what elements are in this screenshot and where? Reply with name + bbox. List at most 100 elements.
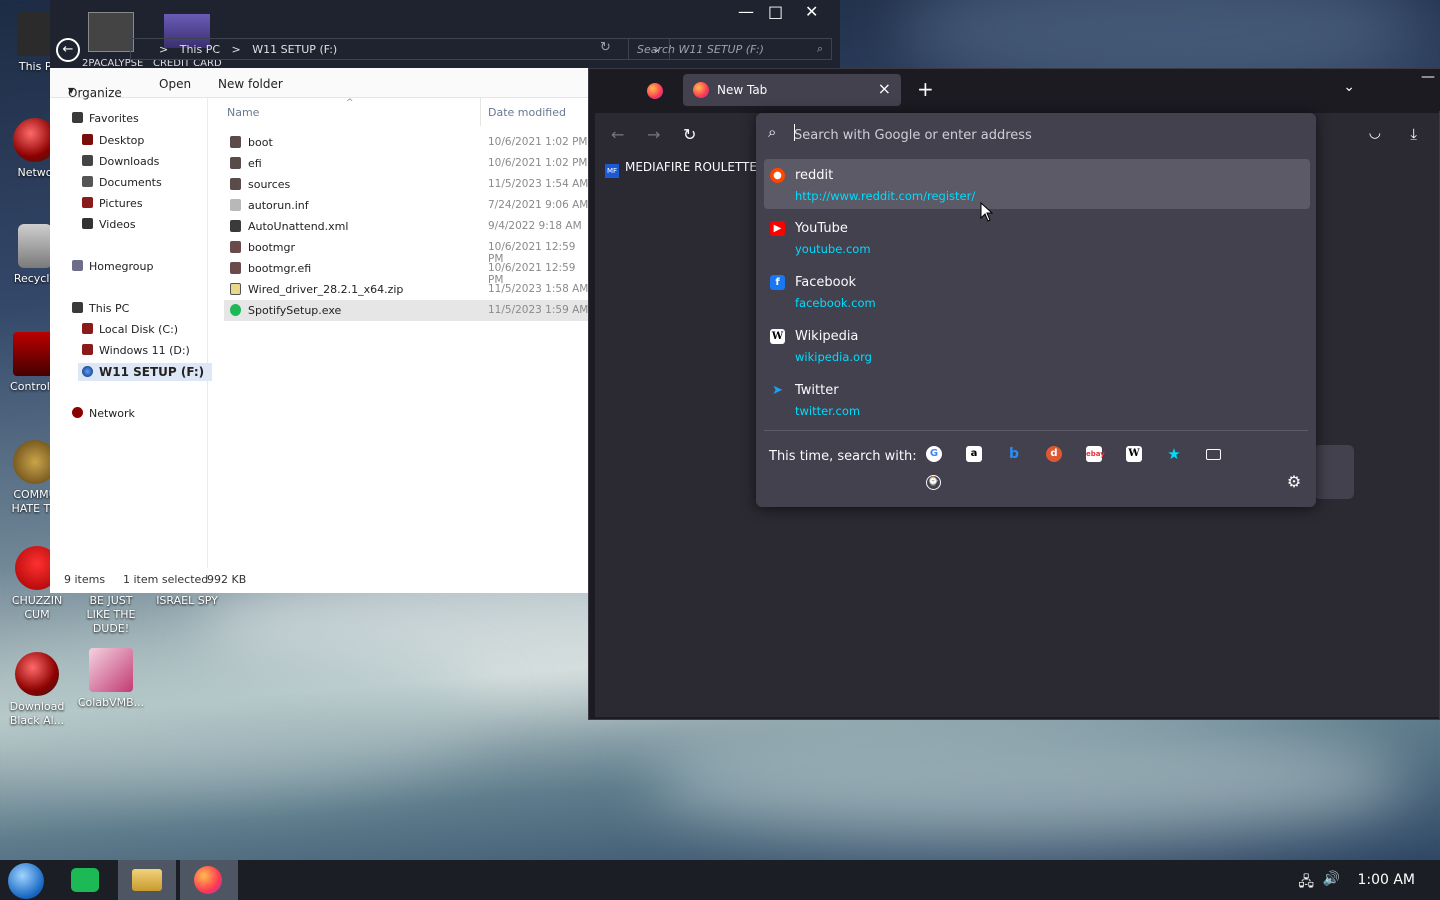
search-box[interactable]: Search W11 SETUP (F:) ⌕: [628, 38, 832, 60]
table-row[interactable]: sources 11/5/2023 1:54 AM: [224, 174, 590, 195]
firefox-view-icon[interactable]: [647, 83, 663, 99]
table-row[interactable]: boot 10/6/2021 1:02 PM: [224, 132, 590, 153]
file-date: 11/5/2023 1:54 AM: [488, 178, 589, 190]
bookmarks-star-icon[interactable]: ★: [1166, 446, 1182, 462]
clock[interactable]: 1:00 AM: [1357, 872, 1415, 888]
table-row[interactable]: autorun.inf 7/24/2021 9:06 AM: [224, 195, 590, 216]
file-name: bootmgr: [248, 241, 295, 254]
amazon-icon[interactable]: a: [966, 446, 982, 462]
nav-network[interactable]: Network: [72, 407, 135, 420]
nav-downloads[interactable]: Downloads: [82, 155, 159, 168]
google-icon[interactable]: G: [926, 446, 942, 462]
nav-label: Downloads: [99, 155, 160, 168]
search-placeholder: Search W11 SETUP (F:): [637, 43, 764, 56]
table-row[interactable]: efi 10/6/2021 1:02 PM: [224, 153, 590, 174]
wikipedia-icon[interactable]: W: [1126, 446, 1142, 462]
maximize-button[interactable]: □: [768, 2, 783, 21]
sort-arrow-icon: ^: [346, 98, 354, 108]
taskbar-app-explorer[interactable]: [118, 860, 176, 900]
volume-icon[interactable]: 🔊: [1323, 871, 1340, 887]
suggestion-wikipedia[interactable]: W Wikipedia wikipedia.org: [764, 320, 1310, 370]
mediafire-icon: MF: [605, 164, 619, 178]
table-row[interactable]: Wired_driver_28.2.1_x64.zip 11/5/2023 1:5…: [224, 279, 590, 300]
refresh-icon[interactable]: ↻: [600, 40, 611, 55]
table-row[interactable]: bootmgr 10/6/2021 12:59 PM: [224, 237, 590, 265]
nav-videos[interactable]: Videos: [82, 218, 136, 231]
nav-homegroup[interactable]: Homegroup: [72, 260, 153, 273]
nav-label: Documents: [99, 176, 162, 189]
status-selected: 1 item selected: [123, 573, 209, 586]
nav-favorites[interactable]: Favorites: [72, 112, 139, 125]
nav-label: Favorites: [89, 112, 139, 125]
network-status-icon[interactable]: 🖧: [1298, 871, 1314, 895]
column-header-name[interactable]: Name: [227, 106, 259, 119]
suggestion-reddit[interactable]: ● reddit http://www.reddit.com/register/: [764, 159, 1310, 209]
history-icon[interactable]: ⌚: [926, 475, 941, 490]
suggestion-facebook[interactable]: f Facebook facebook.com: [764, 266, 1310, 316]
nav-label: Windows 11 (D:): [99, 344, 190, 357]
nav-label: Pictures: [99, 197, 143, 210]
taskbar-app-firefox[interactable]: [180, 860, 238, 900]
bing-icon[interactable]: b: [1006, 446, 1022, 462]
tab-new-tab[interactable]: New Tab ×: [683, 74, 901, 106]
nav-pictures[interactable]: Pictures: [82, 197, 143, 210]
start-button[interactable]: [0, 860, 58, 900]
suggestion-youtube[interactable]: ▶ YouTube youtube.com: [764, 212, 1310, 262]
file-icon: [230, 262, 241, 274]
file-name: SpotifySetup.exe: [248, 304, 342, 317]
file-name: AutoUnattend.xml: [248, 220, 349, 233]
suggestion-twitter[interactable]: ➤ Twitter twitter.com: [764, 374, 1310, 424]
address-bar[interactable]: > This PC > W11 SETUP (F:) ⌄: [130, 38, 670, 60]
new-tab-button[interactable]: +: [917, 77, 934, 101]
file-name: efi: [248, 157, 262, 170]
navigation-pane: Favorites Desktop Downloads Documents Pi…: [50, 98, 212, 568]
back-arrow-icon[interactable]: ←: [611, 125, 624, 144]
nav-w11-setup-f[interactable]: W11 SETUP (F:): [78, 363, 212, 381]
bookmark-mediafire[interactable]: MF MEDIAFIRE ROULETTER: [605, 160, 765, 178]
taskbar-app-notes[interactable]: [56, 860, 114, 900]
desktop-icon-colabvm[interactable]: ColabVMB...: [76, 648, 146, 710]
breadcrumb-w11-setup[interactable]: W11 SETUP (F:): [252, 43, 337, 56]
nav-desktop[interactable]: Desktop: [82, 134, 144, 147]
close-button[interactable]: ✕: [805, 2, 818, 21]
downloads-icon[interactable]: ⤓: [1410, 125, 1417, 143]
videos-folder-icon: [82, 218, 93, 229]
shortcut-tile[interactable]: [1314, 445, 1354, 499]
nav-label: This PC: [89, 302, 130, 315]
nav-documents[interactable]: Documents: [82, 176, 162, 189]
file-explorer-window: Organize ▼ Open New folder Favorites Des…: [50, 68, 590, 593]
open-button[interactable]: Open: [159, 77, 191, 91]
urlbar-input[interactable]: [794, 125, 1294, 145]
table-row[interactable]: SpotifySetup.exe 11/5/2023 1:59 AM: [224, 300, 590, 321]
tab-close-icon[interactable]: ×: [878, 79, 891, 98]
table-row[interactable]: bootmgr.efi 10/6/2021 12:59 PM: [224, 258, 590, 286]
minimize-button[interactable]: —: [738, 2, 754, 21]
back-arrow-icon[interactable]: ←: [56, 38, 80, 62]
nav-this-pc[interactable]: This PC: [72, 302, 129, 315]
gear-icon[interactable]: ⚙: [1286, 474, 1302, 490]
minimize-icon[interactable]: —: [1421, 69, 1435, 85]
file-date: 7/24/2021 9:06 AM: [488, 199, 589, 211]
nav-local-disk-c[interactable]: Local Disk (C:): [82, 323, 178, 336]
desktop-icon-dude[interactable]: BE JUST LIKE THE DUDE!: [76, 594, 146, 636]
explorer-toolbar: Organize ▼ Open New folder: [50, 68, 590, 100]
forward-arrow-icon[interactable]: →: [647, 125, 660, 144]
nav-windows-11-d[interactable]: Windows 11 (D:): [82, 344, 190, 357]
desktop-icon-israel-spy[interactable]: ISRAEL SPY: [152, 594, 222, 608]
reload-icon[interactable]: ↻: [683, 125, 696, 144]
table-row[interactable]: AutoUnattend.xml 9/4/2022 9:18 AM: [224, 216, 590, 237]
duckduckgo-icon[interactable]: d: [1046, 446, 1062, 462]
breadcrumb-this-pc[interactable]: This PC: [180, 43, 220, 56]
column-header-date[interactable]: Date modified: [488, 106, 566, 119]
list-all-tabs-icon[interactable]: ⌄: [1343, 79, 1355, 95]
suggestion-title: Facebook: [795, 275, 857, 290]
new-folder-button[interactable]: New folder: [218, 77, 283, 91]
tabs-icon[interactable]: [1206, 449, 1221, 460]
ebay-icon[interactable]: ebay: [1086, 446, 1105, 462]
xml-file-icon: [230, 220, 241, 232]
suggestion-title: Twitter: [795, 383, 839, 398]
pocket-icon[interactable]: ◡: [1369, 125, 1381, 141]
desktop-icon-download-black[interactable]: Download Black Al...: [2, 652, 72, 728]
favorites-icon: [72, 112, 83, 123]
caret-down-icon: ▼: [68, 86, 75, 95]
